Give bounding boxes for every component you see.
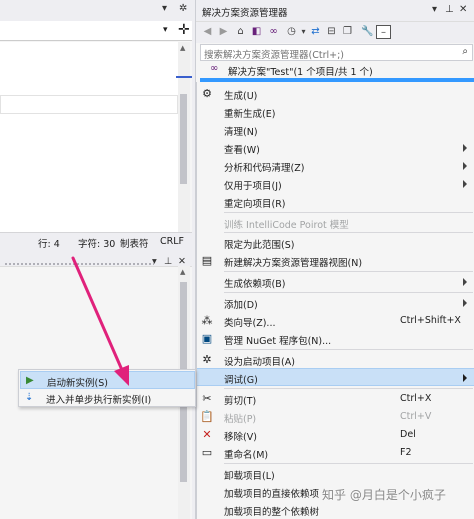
code-editor-pane: ▾ ✲ ▾ ✛ ▲	[0, 0, 192, 232]
vs-solution-icon[interactable]: ∞	[266, 25, 281, 39]
rename-icon: ▭	[201, 446, 213, 459]
code-editor[interactable]	[0, 42, 178, 232]
tabs-indicator[interactable]: 制表符	[120, 236, 149, 250]
class-wizard-icon: ⁂	[201, 314, 213, 327]
context-menu: ⚙ 生成(U) 重新生成(E) 清理(N) 查看(W) 分析和代码清理(Z) 仅…	[196, 82, 474, 519]
close-icon[interactable]: ✕	[459, 4, 467, 15]
forward-icon[interactable]: ▶	[216, 25, 231, 39]
solution-label: 解决方案"Test"(1 个项目/共 1 个)	[228, 67, 373, 78]
menu-item-build[interactable]: ⚙ 生成(U)	[197, 85, 474, 103]
scroll-up-icon[interactable]: ▲	[180, 44, 185, 52]
menu-item-class-wizard[interactable]: ⁂ 类向导(Z)... Ctrl+Shift+X	[197, 312, 474, 330]
remove-icon: ✕	[202, 428, 212, 441]
menu-item-scope-to-this[interactable]: 限定为此范围(S)	[197, 234, 474, 252]
scrollbar-thumb[interactable]	[180, 94, 187, 184]
build-icon: ⚙	[202, 87, 212, 100]
paste-icon: 📋	[200, 410, 214, 423]
eol-indicator[interactable]: CRLF	[160, 236, 184, 247]
menu-item-load-dep-tree[interactable]: 加载项目的整个依赖树	[197, 501, 474, 519]
scroll-up-icon[interactable]: ▲	[180, 268, 185, 276]
menu-item-rebuild[interactable]: 重新生成(E)	[197, 103, 474, 121]
solution-search-input[interactable]: 搜索解决方案资源管理器(Ctrl+;) ⌕	[200, 44, 473, 61]
chevron-down-icon[interactable]: ▾	[163, 25, 168, 35]
menu-item-intellicode: 训练 IntelliCode Poirot 模型	[224, 220, 349, 231]
navigation-bar[interactable]: ▾ ✛	[0, 21, 192, 41]
menu-item-cut[interactable]: ✂ 剪切(T) Ctrl+X	[197, 390, 474, 408]
home-icon[interactable]: ⌂	[233, 25, 248, 39]
solution-icon: ∞	[210, 63, 219, 74]
solution-explorer-titlebar: 解决方案资源管理器 ▾ ⊥ ✕	[196, 0, 474, 22]
submenu-arrow-icon	[463, 180, 467, 188]
current-line-highlight	[0, 95, 178, 114]
menu-separator	[224, 271, 473, 272]
char-indicator: 字符: 30	[78, 239, 116, 250]
split-editor-icon[interactable]: ✛	[178, 22, 190, 38]
menu-separator	[224, 388, 473, 389]
menu-item-build-dependencies[interactable]: 生成依赖项(B)	[197, 273, 474, 291]
menu-item-analyze[interactable]: 分析和代码清理(Z)	[197, 157, 474, 175]
submenu-arrow-icon	[463, 162, 467, 170]
new-view-icon: ▤	[201, 254, 213, 267]
line-indicator: 行: 4	[38, 239, 60, 250]
show-all-files-icon[interactable]: ❐	[340, 25, 355, 39]
editor-scrollbar[interactable]: ▲	[178, 42, 190, 232]
menu-item-new-view[interactable]: ▤ 新建解决方案资源管理器视图(N)	[197, 252, 474, 270]
menu-item-set-startup[interactable]: ✲ 设为启动项目(A)	[197, 351, 474, 369]
menu-item-rename[interactable]: ▭ 重命名(M) F2	[197, 444, 474, 462]
menu-separator	[224, 292, 473, 293]
collapse-all-icon[interactable]: ⊟	[324, 25, 339, 39]
back-icon[interactable]: ◀	[200, 25, 215, 39]
preview-selected-icon[interactable]: –	[376, 25, 391, 39]
debug-submenu: ▶ 启动新实例(S) ⇣ 进入并单步执行新实例(I)	[18, 369, 196, 407]
pin-icon[interactable]: ⊥	[445, 4, 454, 15]
menu-separator	[224, 349, 473, 350]
step-into-icon: ⇣	[25, 392, 34, 403]
dropdown-arrow-icon[interactable]: ▾	[432, 4, 437, 15]
wrench-icon[interactable]: 🔧	[360, 25, 375, 39]
menu-separator	[224, 212, 473, 213]
sync-icon[interactable]: ⇄	[308, 25, 323, 39]
menu-item-remove[interactable]: ✕ 移除(V) Del	[197, 426, 474, 444]
switch-views-icon[interactable]: ◧	[249, 25, 264, 39]
menu-separator	[224, 463, 473, 464]
submenu-item-start-new-instance[interactable]: ▶ 启动新实例(S)	[20, 371, 195, 389]
menu-item-retarget[interactable]: 重定向项目(R)	[197, 193, 474, 211]
menu-item-project-only[interactable]: 仅用于项目(J)	[197, 175, 474, 193]
menu-item-debug[interactable]: 调试(G)	[197, 368, 474, 386]
panel-title: 解决方案资源管理器	[202, 8, 288, 19]
menu-item-manage-nuget[interactable]: ▣ 管理 NuGet 程序包(N)...	[197, 330, 474, 348]
editor-status-bar: 行: 4 字符: 30 制表符 CRLF	[0, 232, 192, 250]
play-icon: ▶	[26, 375, 34, 386]
menu-item-paste: 📋 粘贴(P) Ctrl+V	[200, 410, 432, 425]
gear-icon[interactable]: ✲	[179, 3, 187, 14]
submenu-arrow-icon	[463, 278, 467, 286]
splitter-marker	[176, 76, 192, 78]
menu-item-add[interactable]: 添加(D)	[197, 294, 474, 312]
submenu-arrow-icon	[463, 299, 467, 307]
gear-icon: ✲	[202, 353, 212, 366]
solution-explorer-toolbar: ◀ ▶ ⌂ ◧ ∞ ◷ ▾ ⇄ ⊟ ❐ 🔧 –	[196, 22, 474, 43]
editor-tab-strip: ▾ ✲	[0, 0, 192, 21]
search-placeholder: 搜索解决方案资源管理器(Ctrl+;)	[204, 50, 344, 61]
dropdown-arrow-icon[interactable]: ▾	[162, 3, 167, 14]
search-icon: ⌕	[462, 46, 468, 57]
submenu-item-step-into-new-instance[interactable]: ⇣ 进入并单步执行新实例(I)	[20, 389, 195, 407]
submenu-arrow-icon	[463, 144, 467, 152]
menu-item-unload-project[interactable]: 卸载项目(L)	[197, 465, 474, 483]
tree-item-solution[interactable]: ∞ 解决方案"Test"(1 个项目/共 1 个)	[200, 63, 474, 78]
submenu-arrow-icon	[463, 374, 467, 382]
scissors-icon: ✂	[202, 392, 212, 405]
menu-item-view[interactable]: 查看(W)	[197, 139, 474, 157]
menu-separator	[224, 232, 473, 233]
nuget-icon: ▣	[201, 332, 213, 345]
watermark: 知乎 @月白是个小疯子	[322, 488, 446, 502]
menu-item-clean[interactable]: 清理(N)	[197, 121, 474, 139]
